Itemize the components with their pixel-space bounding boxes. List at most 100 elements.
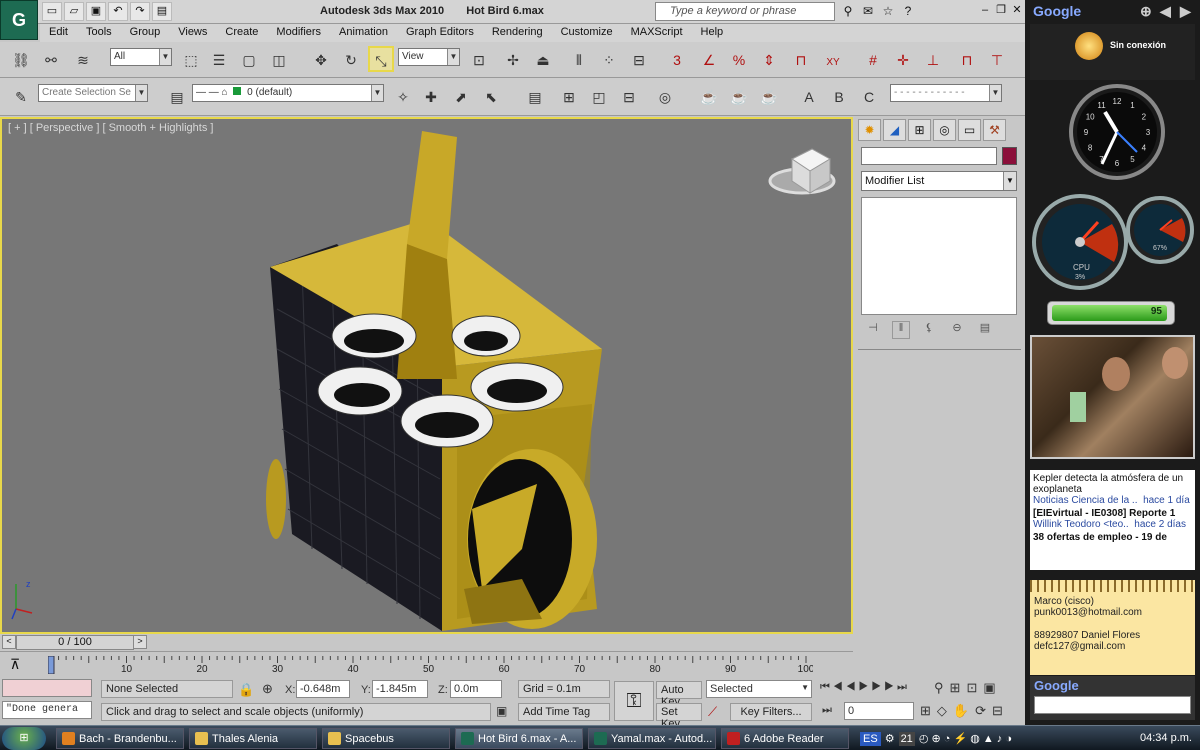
snaps-toggle-icon[interactable]: 3: [664, 47, 690, 73]
application-button[interactable]: G: [0, 0, 38, 40]
taskbar-task[interactable]: Spacebus: [322, 728, 450, 749]
open-file-icon[interactable]: ▱: [64, 2, 84, 21]
go-to-end-icon[interactable]: ⏭: [897, 681, 910, 693]
taskbar-task[interactable]: Yamal.max - Autod...: [588, 728, 716, 749]
create-tab-icon[interactable]: ✹: [858, 119, 881, 141]
menu-rendering[interactable]: Rendering: [483, 24, 552, 42]
menu-animation[interactable]: Animation: [330, 24, 397, 42]
display-tab-icon[interactable]: ▭: [958, 119, 981, 141]
previous-frame-icon[interactable]: <: [2, 635, 16, 649]
z-coordinate-field[interactable]: 0.0m: [450, 680, 502, 698]
absolute-mode-icon[interactable]: ⊕: [262, 681, 273, 697]
open-mini-curve-editor-icon[interactable]: ⊼: [10, 656, 20, 673]
named-selection-set-input[interactable]: Create Selection Se ▼: [38, 84, 148, 102]
render-iterative-icon[interactable]: ☕: [726, 84, 752, 110]
perspective-viewport[interactable]: [ + ] [ Perspective ] [ Smooth + Highlig…: [0, 117, 853, 634]
taskbar-task[interactable]: 6 Adobe Reader: [721, 728, 849, 749]
tray-icons[interactable]: ◴ ⊕ ◔ ⚡ ◍ ▲ ♪ ◑: [919, 732, 1012, 745]
schematic-view-icon[interactable]: ⊞: [556, 84, 582, 110]
taskbar-task[interactable]: Thales Alenia: [189, 728, 317, 749]
forward-icon[interactable]: ▶: [1180, 3, 1191, 20]
render-activeshade-icon[interactable]: ☕: [756, 84, 782, 110]
start-button[interactable]: ⊞: [2, 727, 46, 750]
teapot-b-icon[interactable]: B: [826, 84, 852, 110]
key-mode-toggle-icon[interactable]: ⏭: [822, 704, 832, 717]
pin-stack-icon[interactable]: ⊣: [864, 321, 882, 339]
restore-icon[interactable]: ❐: [994, 2, 1008, 19]
select-and-rotate-icon[interactable]: ↻: [338, 47, 364, 73]
add-gadget-icon[interactable]: ⊕: [1140, 3, 1152, 20]
unlink-icon[interactable]: ⚯: [38, 47, 64, 73]
mirror-icon[interactable]: ⫴: [566, 47, 592, 73]
previous-key-icon[interactable]: ◀◀: [833, 681, 859, 693]
maximize-viewport-icon[interactable]: ⊟: [992, 703, 1009, 718]
select-and-link-icon[interactable]: ⛓: [8, 47, 34, 73]
menu-create[interactable]: Create: [216, 24, 267, 42]
select-object-icon[interactable]: ⬚: [178, 47, 204, 73]
x-coordinate-field[interactable]: -0.648m: [296, 680, 350, 698]
selection-filter-dropdown[interactable]: All ▼: [110, 48, 172, 66]
utilities-tab-icon[interactable]: ⚒: [983, 119, 1006, 141]
array-icon[interactable]: ⁘: [596, 47, 622, 73]
news-item[interactable]: Kepler detecta la atmósfera de un exopla…: [1033, 473, 1192, 506]
select-and-move-icon[interactable]: ✥: [308, 47, 334, 73]
set-current-layer-icon[interactable]: ⬉: [478, 84, 504, 110]
align-icon[interactable]: ⊟: [626, 47, 652, 73]
hierarchy-tab-icon[interactable]: ⊞: [908, 119, 931, 141]
object-color-swatch[interactable]: [1002, 147, 1017, 165]
angle-snap-icon[interactable]: ∠: [696, 47, 722, 73]
news-headline[interactable]: Kepler detecta la atmósfera de un exopla…: [1033, 473, 1192, 495]
pivot-center-icon[interactable]: ⊡: [466, 47, 492, 73]
menu-tools[interactable]: Tools: [77, 24, 121, 42]
taskbar-task[interactable]: Bach - Brandenbu...: [56, 728, 184, 749]
zoom-icon[interactable]: ⚲: [934, 680, 950, 695]
face-snap-icon[interactable]: ⊤: [984, 47, 1010, 73]
time-tag-icon[interactable]: ▣: [496, 704, 507, 718]
next-key-icon[interactable]: ▶▶: [871, 681, 897, 693]
minimize-icon[interactable]: –: [978, 2, 992, 19]
rectangular-selection-icon[interactable]: ▢: [236, 47, 262, 73]
taskbar-task[interactable]: Hot Bird 6.max - A...: [455, 728, 583, 749]
communication-center-icon[interactable]: ✉: [860, 2, 876, 20]
news-headline[interactable]: [EIEvirtual - IE0308] Reporte 1: [1033, 508, 1192, 519]
keyboard-shortcut-override-icon[interactable]: ⏏: [530, 47, 556, 73]
object-name-field[interactable]: [861, 147, 997, 165]
add-to-layer-icon[interactable]: ✚: [418, 84, 444, 110]
menu-graph-editors[interactable]: Graph Editors: [397, 24, 483, 42]
go-to-start-icon[interactable]: ⏮: [820, 681, 833, 693]
next-frame-icon[interactable]: >: [133, 635, 147, 649]
select-manipulate-icon[interactable]: ✢: [500, 47, 526, 73]
layer-manager-icon[interactable]: ▤: [164, 84, 190, 110]
selection-lock-icon[interactable]: 🔒: [238, 682, 254, 698]
teapot-c-icon[interactable]: C: [856, 84, 882, 110]
help-icon[interactable]: ?: [900, 2, 916, 20]
window-crossing-icon[interactable]: ◫: [266, 47, 292, 73]
render-setup-icon[interactable]: ⊟: [616, 84, 642, 110]
infocenter-search-input[interactable]: Type a keyword or phrase: [655, 2, 835, 21]
edge-snap-icon[interactable]: ⊓: [954, 47, 980, 73]
weather-gadget[interactable]: Sin conexión: [1030, 24, 1195, 80]
zoom-extents-icon[interactable]: ⊡: [966, 680, 983, 695]
menu-help[interactable]: Help: [692, 24, 733, 42]
spinner-snap-icon[interactable]: ⇕: [756, 47, 782, 73]
save-file-icon[interactable]: ▣: [86, 2, 106, 21]
slideshow-gadget[interactable]: [1030, 335, 1195, 459]
modifier-list-dropdown[interactable]: Modifier List ▼: [861, 171, 1017, 191]
news-item[interactable]: [EIEvirtual - IE0308] Reporte 1 Willink …: [1033, 508, 1192, 530]
configure-sets-icon[interactable]: ▤: [976, 321, 994, 339]
select-and-scale-icon[interactable]: ⤡: [368, 46, 394, 72]
rendered-frame-icon[interactable]: ◎: [652, 84, 678, 110]
default-in-out-tangent-icon[interactable]: ⟋: [708, 704, 717, 720]
orbit-icon[interactable]: ⟳: [975, 703, 992, 718]
render-production-icon[interactable]: ☕: [696, 84, 722, 110]
menu-maxscript[interactable]: MAXScript: [622, 24, 692, 42]
language-indicator[interactable]: ES: [860, 731, 881, 746]
current-frame-field[interactable]: 0: [844, 702, 914, 720]
auto-key-button[interactable]: Auto Key: [656, 681, 702, 708]
binoculars-icon[interactable]: ⚲: [840, 2, 856, 20]
create-layer-icon[interactable]: ✧: [390, 84, 416, 110]
make-unique-icon[interactable]: ⚸: [920, 321, 938, 339]
key-filters-button[interactable]: Key Filters...: [730, 703, 812, 721]
menu-edit[interactable]: Edit: [40, 24, 77, 42]
add-time-tag-button[interactable]: Add Time Tag: [518, 703, 610, 721]
